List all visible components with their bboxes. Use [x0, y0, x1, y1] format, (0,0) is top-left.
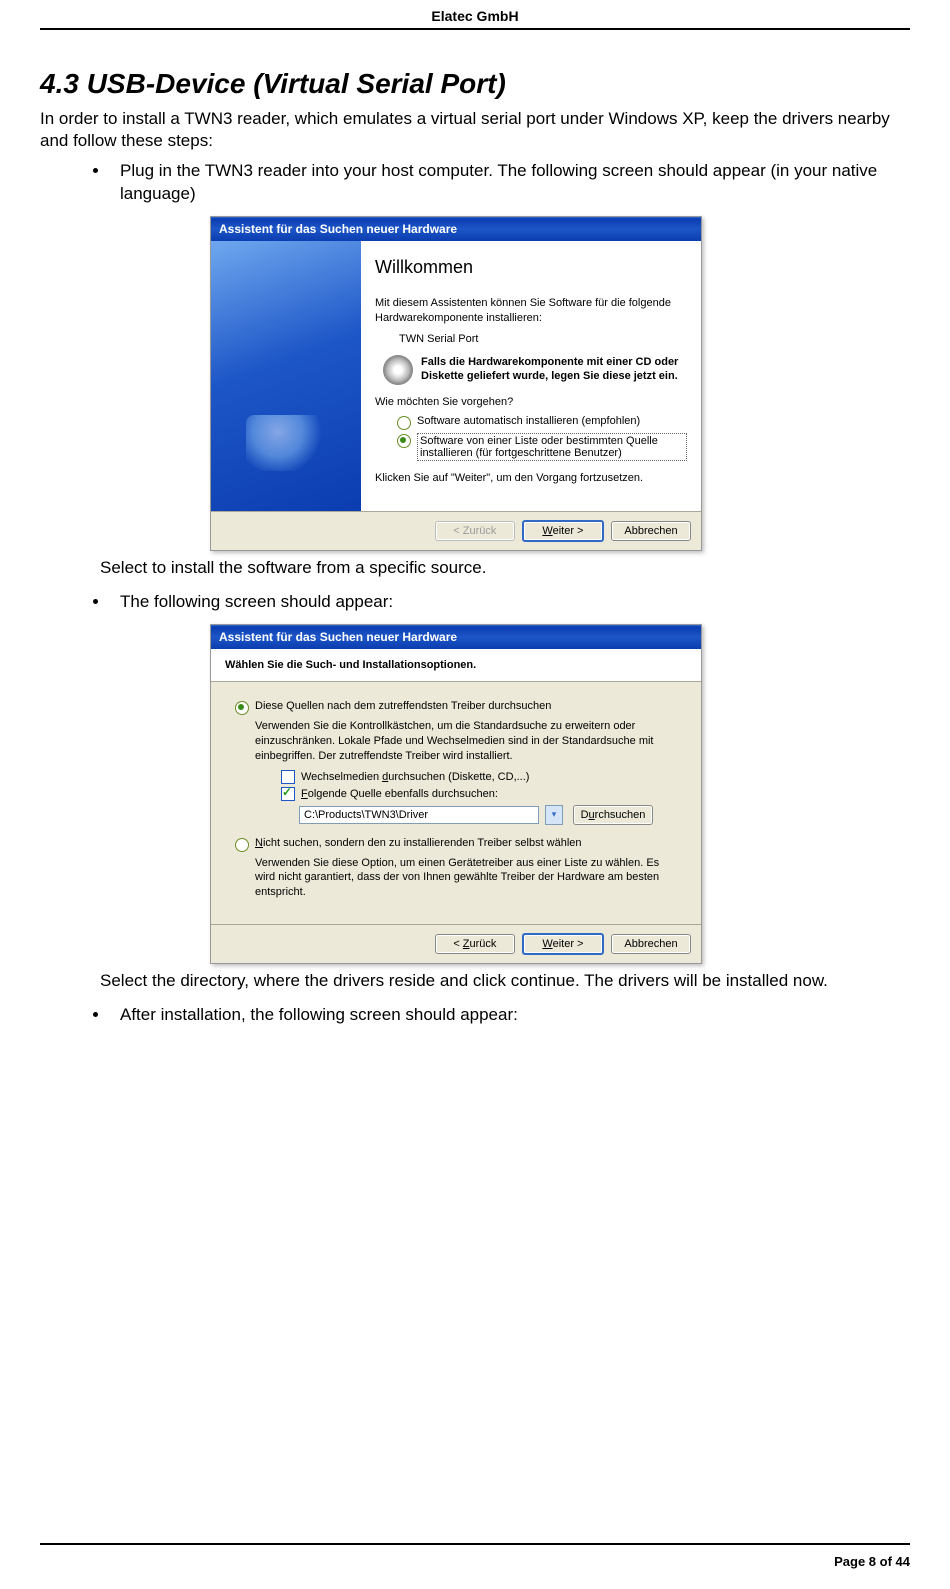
- wizard-1-p1: Mit diesem Assistenten können Sie Softwa…: [375, 296, 687, 326]
- step-3: After installation, the following screen…: [110, 1004, 910, 1027]
- cancel-button[interactable]: Abbrechen: [611, 934, 691, 954]
- wizard-2-options: Diese Quellen nach dem zutreffendsten Tr…: [211, 682, 701, 924]
- page-header: Elatec GmbH: [40, 0, 910, 30]
- dropdown-icon[interactable]: ▾: [545, 805, 563, 825]
- wizard-1-device: TWN Serial Port: [399, 332, 687, 347]
- wizard-2-opt1-label: Diese Quellen nach dem zutreffendsten Tr…: [255, 700, 551, 712]
- wizard-2-opt2-label: Nicht suchen, sondern den zu installiere…: [255, 837, 582, 849]
- checkbox-icon: [281, 770, 295, 784]
- wizard-2-chk-path[interactable]: Folgende Quelle ebenfalls durchsuchen:: [281, 787, 677, 801]
- wizard-2-path-row: ▾ Durchsuchen: [299, 805, 677, 825]
- back-button[interactable]: < Zurück: [435, 521, 515, 541]
- after-wizard-1-note: Select to install the software from a sp…: [100, 557, 910, 579]
- back-button[interactable]: < Zurück: [435, 934, 515, 954]
- radio-icon: [397, 434, 411, 448]
- page-footer: Page 8 of 44: [834, 1554, 910, 1569]
- browse-button[interactable]: Durchsuchen: [573, 805, 653, 825]
- page: Elatec GmbH 4.3 USB-Device (Virtual Seri…: [0, 0, 950, 1589]
- next-button[interactable]: Weiter >: [522, 520, 604, 542]
- radio-icon: [235, 701, 249, 715]
- checkbox-icon: [281, 787, 295, 801]
- wizard-1-body: Willkommen Mit diesem Assistenten können…: [211, 241, 701, 511]
- wizard-1: Assistent für das Suchen neuer Hardware …: [210, 216, 702, 551]
- steps-list: Plug in the TWN3 reader into your host c…: [40, 160, 910, 206]
- wizard-1-option-list-label: Software von einer Liste oder bestimmten…: [417, 433, 687, 461]
- wizard-2-chk-path-label: Folgende Quelle ebenfalls durchsuchen:: [301, 788, 498, 800]
- wizard-1-titlebar: Assistent für das Suchen neuer Hardware: [211, 217, 701, 241]
- wizard-2: Assistent für das Suchen neuer Hardware …: [210, 624, 702, 964]
- steps-list-2: The following screen should appear:: [40, 591, 910, 614]
- wizard-2-opt2[interactable]: Nicht suchen, sondern den zu installiere…: [235, 837, 677, 852]
- wizard-2-subheader: Wählen Sie die Such- und Installationsop…: [225, 659, 687, 671]
- wizard-2-opt1[interactable]: Diese Quellen nach dem zutreffendsten Tr…: [235, 700, 677, 715]
- wizard-1-cd-text: Falls die Hardwarekomponente mit einer C…: [421, 355, 687, 384]
- wizard-1-question: Wie möchten Sie vorgehen?: [375, 395, 687, 410]
- wizard-1-heading: Willkommen: [375, 257, 687, 278]
- section-title: 4.3 USB-Device (Virtual Serial Port): [40, 68, 910, 100]
- wizard-2-chk-media-label: Wechselmedien durchsuchen (Diskette, CD,…: [301, 771, 529, 783]
- wizard-1-footer: < Zurück Weiter > Abbrechen: [211, 511, 701, 550]
- page-content: 4.3 USB-Device (Virtual Serial Port) In …: [40, 30, 910, 1057]
- wizard-2-opt2-sub: Verwenden Sie diese Option, um einen Ger…: [255, 856, 677, 901]
- wizard-2-footer: < Zurück Weiter > Abbrechen: [211, 924, 701, 963]
- step-2: The following screen should appear:: [110, 591, 910, 614]
- radio-icon: [235, 838, 249, 852]
- wizard-2-chk-media[interactable]: Wechselmedien durchsuchen (Diskette, CD,…: [281, 770, 677, 784]
- wizard-1-side-graphic: [211, 241, 361, 511]
- wizard-1-continue-hint: Klicken Sie auf "Weiter", um den Vorgang…: [375, 471, 687, 486]
- radio-icon: [397, 416, 411, 430]
- cd-icon: [383, 355, 413, 385]
- wizard-1-option-list[interactable]: Software von einer Liste oder bestimmten…: [397, 433, 687, 461]
- next-button[interactable]: Weiter >: [522, 933, 604, 955]
- page-footer-rule: [40, 1543, 910, 1545]
- wizard-1-cd-row: Falls die Hardwarekomponente mit einer C…: [375, 355, 687, 385]
- wizard-2-titlebar: Assistent für das Suchen neuer Hardware: [211, 625, 701, 649]
- wizard-1-main: Willkommen Mit diesem Assistenten können…: [361, 241, 701, 511]
- step-1: Plug in the TWN3 reader into your host c…: [110, 160, 910, 206]
- after-wizard-2-note: Select the directory, where the drivers …: [100, 970, 910, 992]
- wizard-2-opt1-sub: Verwenden Sie die Kontrollkästchen, um d…: [255, 719, 677, 764]
- steps-list-3: After installation, the following screen…: [40, 1004, 910, 1027]
- wizard-1-option-auto-label: Software automatisch installieren (empfo…: [417, 415, 640, 427]
- path-input[interactable]: [299, 806, 539, 824]
- cancel-button[interactable]: Abbrechen: [611, 521, 691, 541]
- wizard-1-option-auto[interactable]: Software automatisch installieren (empfo…: [397, 415, 687, 430]
- wizard-2-subheader-bar: Wählen Sie die Such- und Installationsop…: [211, 649, 701, 682]
- intro-text: In order to install a TWN3 reader, which…: [40, 108, 910, 152]
